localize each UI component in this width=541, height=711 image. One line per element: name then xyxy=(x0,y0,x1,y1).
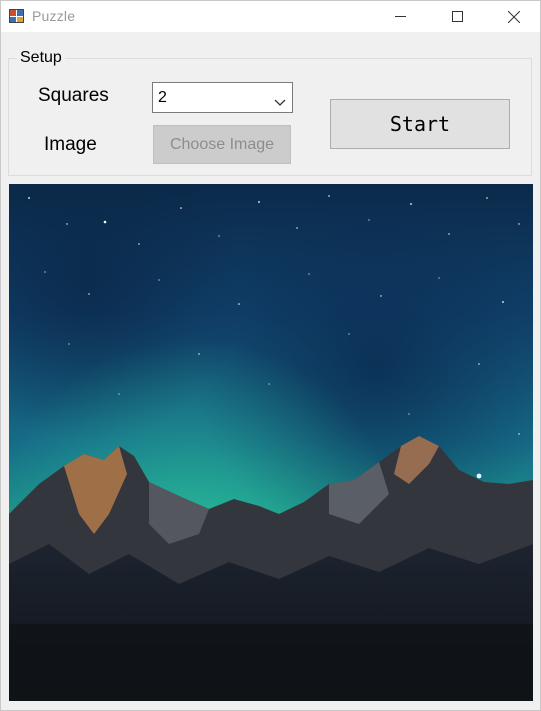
window-title: Puzzle xyxy=(32,8,76,24)
setup-group-label: Setup xyxy=(17,49,65,67)
squares-select[interactable]: 2 xyxy=(152,82,293,113)
image-label: Image xyxy=(44,134,97,155)
title-bar[interactable]: Puzzle xyxy=(1,1,540,32)
puzzle-image[interactable] xyxy=(9,184,533,701)
start-button[interactable]: Start xyxy=(330,99,510,149)
close-icon xyxy=(508,10,520,23)
minimize-icon xyxy=(394,11,406,22)
choose-image-button-label: Choose Image xyxy=(169,135,275,153)
chevron-down-icon xyxy=(274,94,286,112)
choose-image-button[interactable]: Choose Image xyxy=(153,125,291,164)
puzzle-app-icon xyxy=(9,8,25,24)
puzzle-window: Puzzle Setup Squares 2 Image Choose Imag… xyxy=(0,0,541,711)
maximize-button[interactable] xyxy=(434,1,480,32)
close-button[interactable] xyxy=(491,1,537,32)
puzzle-image-artwork xyxy=(9,184,533,701)
start-button-label: Start xyxy=(389,112,451,136)
squares-label: Squares xyxy=(38,85,109,106)
squares-select-value: 2 xyxy=(158,89,167,106)
maximize-icon xyxy=(451,11,463,22)
minimize-button[interactable] xyxy=(377,1,423,32)
